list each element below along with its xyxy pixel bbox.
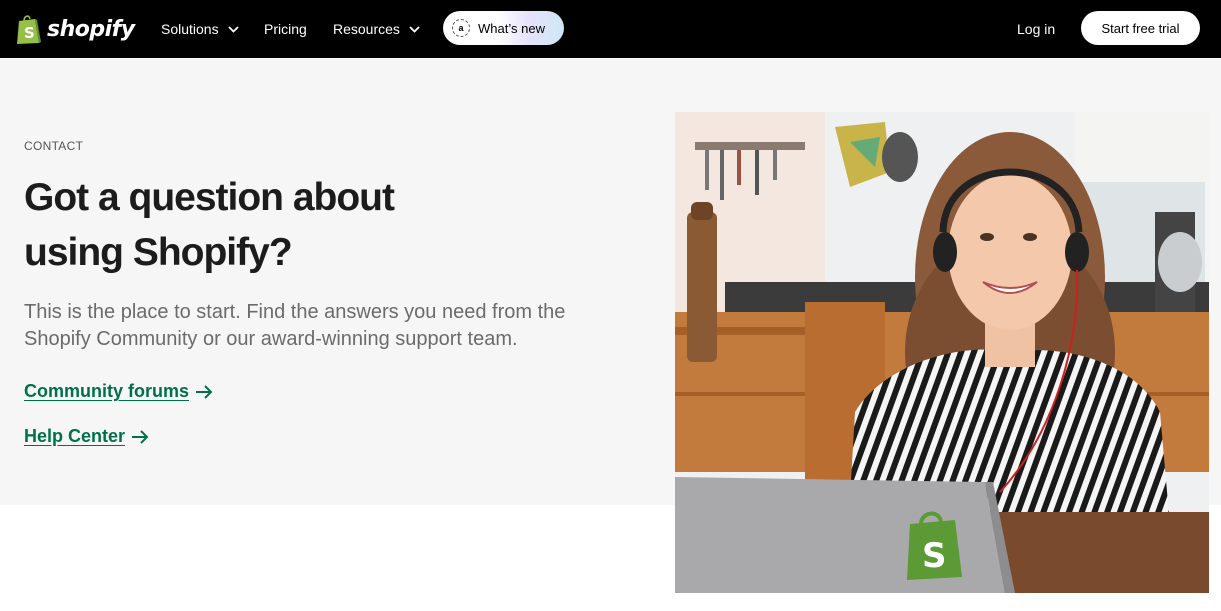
support-agent-photo: S — [675, 112, 1209, 593]
eyebrow-label: CONTACT — [24, 139, 84, 153]
shopify-logo[interactable]: S shopify — [16, 12, 135, 46]
page-title: Got a question about using Shopify? — [24, 170, 644, 280]
page-title-line-1: Got a question about — [24, 176, 395, 219]
support-agent-illustration: S — [675, 112, 1209, 593]
svg-text:S: S — [24, 24, 35, 42]
nav-resources-label: Resources — [333, 21, 400, 37]
help-center-label: Help Center — [24, 426, 126, 446]
arrow-right-icon — [196, 384, 213, 399]
arrow-right-icon — [132, 429, 149, 444]
login-link[interactable]: Log in — [1017, 19, 1055, 39]
help-center-link[interactable]: Help Center — [24, 426, 149, 447]
top-nav: S shopify Solutions Pricing Resources a … — [0, 0, 1221, 58]
chevron-down-icon — [227, 25, 239, 33]
nav-pricing[interactable]: Pricing — [264, 19, 307, 39]
community-forums-link[interactable]: Community forums — [24, 381, 213, 402]
chevron-down-icon — [409, 25, 420, 33]
whats-new-button[interactable]: a What’s new — [443, 11, 564, 45]
page-title-line-2: using Shopify? — [24, 231, 293, 274]
svg-text:S: S — [922, 536, 947, 576]
whats-new-label: What’s new — [478, 20, 545, 36]
nav-solutions-label: Solutions — [161, 21, 219, 37]
whats-new-badge-icon: a — [452, 19, 470, 37]
nav-solutions[interactable]: Solutions — [161, 19, 239, 39]
nav-resources[interactable]: Resources — [333, 19, 420, 39]
nav-pricing-label: Pricing — [264, 21, 307, 37]
start-free-trial-button[interactable]: Start free trial — [1081, 11, 1200, 45]
shopify-bag-icon: S — [17, 14, 41, 44]
hero-lead-text: This is the place to start. Find the ans… — [24, 301, 566, 350]
logo-wordmark: shopify — [47, 16, 135, 42]
community-forums-label: Community forums — [24, 381, 190, 401]
